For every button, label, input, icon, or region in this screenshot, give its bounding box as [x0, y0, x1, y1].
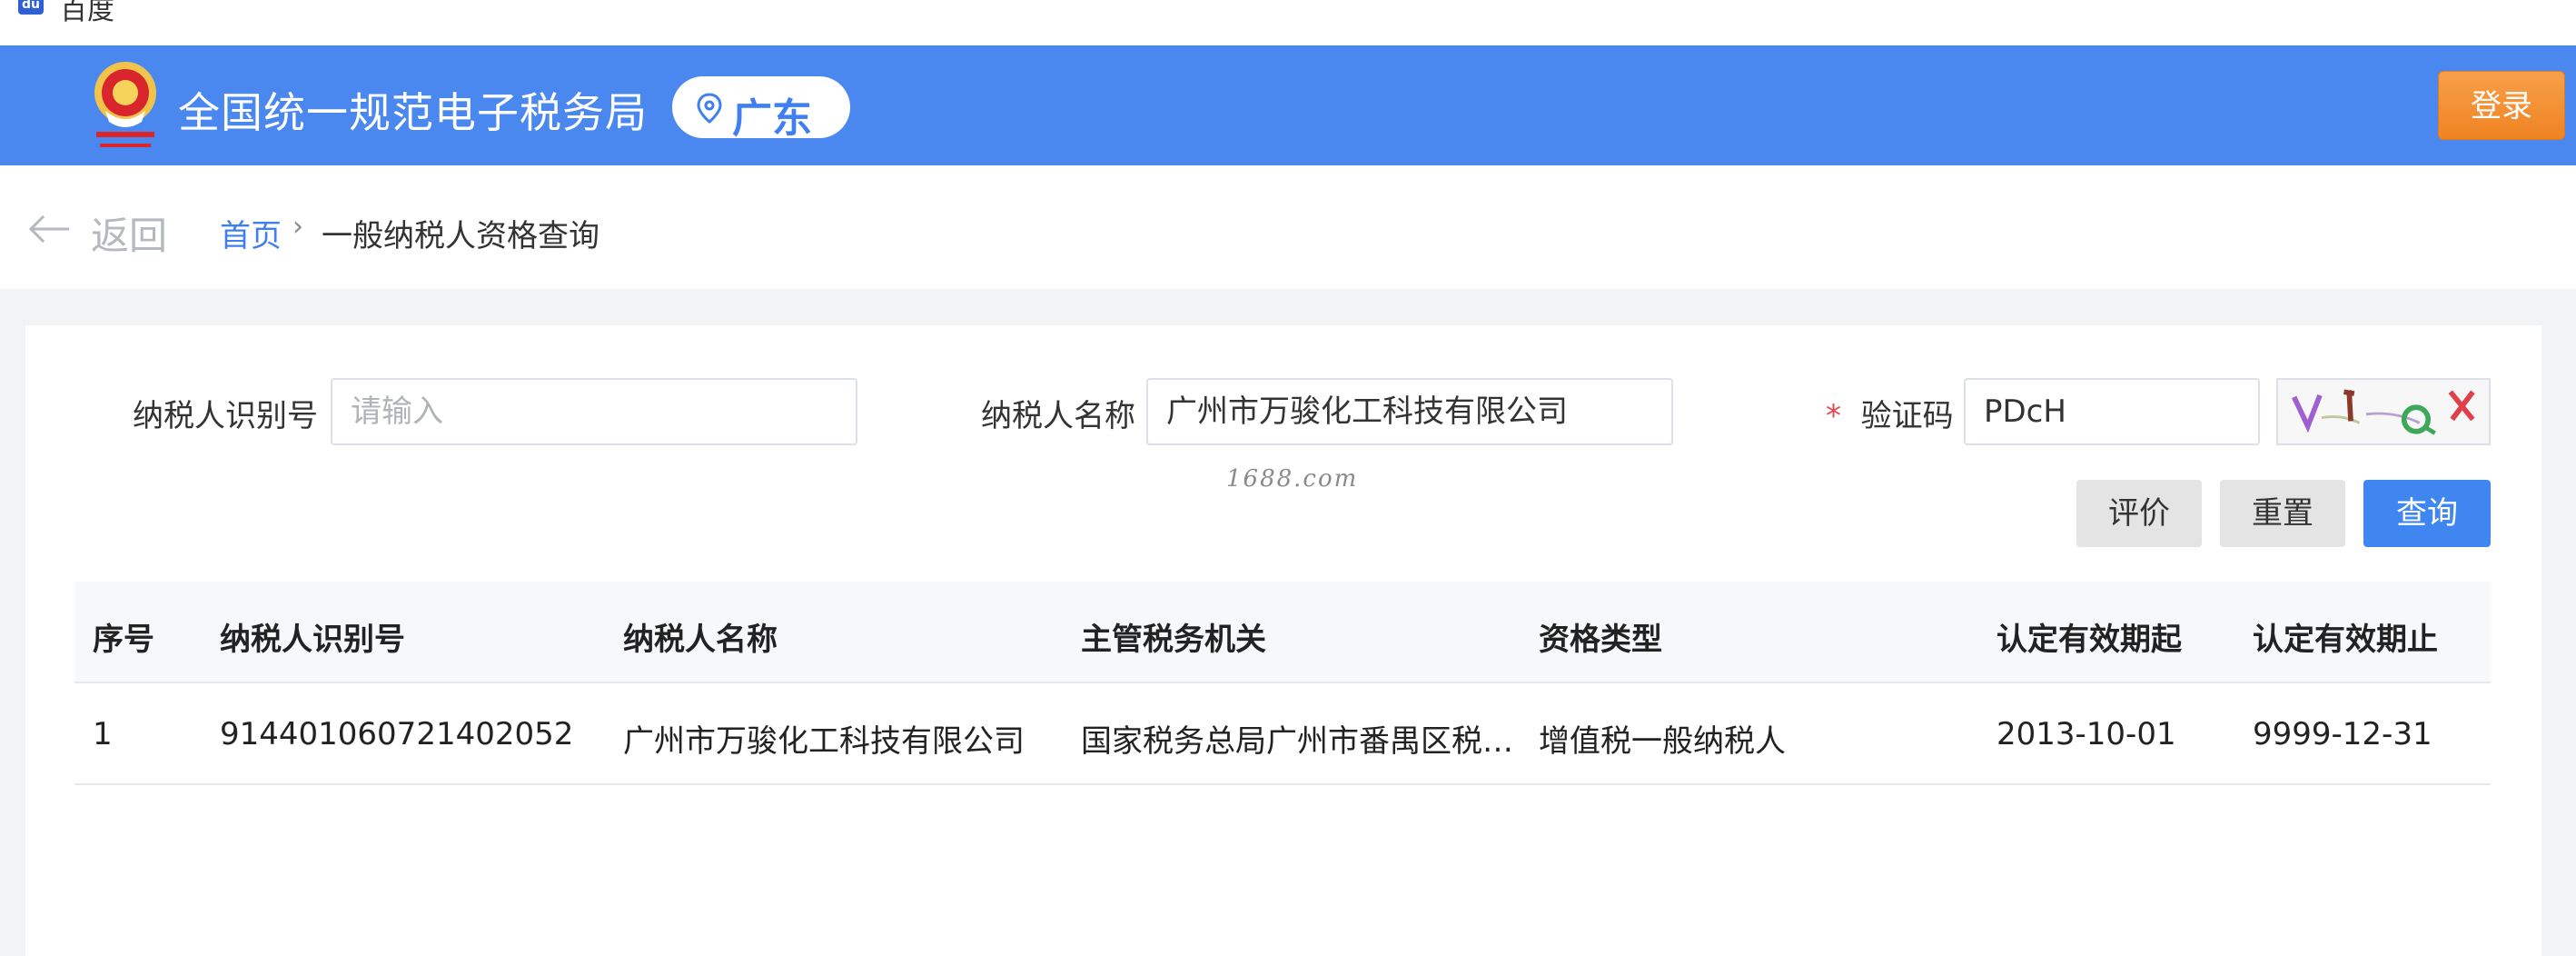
captcha-label: * 验证码 — [1826, 391, 1954, 435]
required-mark: * — [1826, 398, 1841, 434]
captcha-image[interactable] — [2276, 378, 2491, 445]
site-header: 全国统一规范电子税务局 广东 登录 — [0, 45, 2576, 165]
col-header-tax-authority: 主管税务机关 — [1081, 622, 1266, 658]
taxpayer-name-input[interactable]: 广州市万骏化工科技有限公司 — [1146, 378, 1673, 445]
query-button[interactable]: 查询 — [2363, 480, 2491, 547]
region-label: 广东 — [732, 95, 812, 142]
login-button[interactable]: 登录 — [2438, 71, 2565, 140]
browser-tab-strip: du 百度 — [0, 0, 2576, 45]
taxpayer-id-input[interactable]: 请输入 — [331, 378, 857, 445]
col-header-valid-from: 认定有效期起 — [1996, 622, 2182, 658]
captcha-input[interactable]: PDcH — [1964, 378, 2260, 445]
evaluate-button[interactable]: 评价 — [2076, 480, 2202, 547]
site-title: 全国统一规范电子税务局 — [178, 88, 648, 137]
cell-taxpayer-name: 广州市万骏化工科技有限公司 — [623, 723, 1025, 760]
back-label: 返回 — [91, 214, 168, 258]
location-pin-icon — [697, 93, 722, 124]
arrow-left-icon — [28, 214, 69, 244]
cell-valid-to: 9999-12-31 — [2253, 716, 2432, 752]
taxpayer-name-label: 纳税人名称 — [981, 398, 1135, 434]
cell-tax-authority: 国家税务总局广州市番禺区税… — [1081, 723, 1513, 760]
col-header-valid-to: 认定有效期止 — [2253, 622, 2438, 658]
col-header-qualification-type: 资格类型 — [1539, 622, 1662, 658]
table-row: 1 914401060721402052 广州市万骏化工科技有限公司 国家税务总… — [74, 683, 2491, 785]
baidu-icon: du — [18, 0, 44, 15]
reset-button[interactable]: 重置 — [2220, 480, 2345, 547]
cell-qualification-type: 增值税一般纳税人 — [1539, 723, 1786, 760]
region-selector[interactable]: 广东 — [672, 76, 850, 142]
captcha-label-text: 验证码 — [1860, 398, 1954, 434]
watermark-text: 1688.com — [1226, 465, 1359, 493]
table-header: 序号 纳税人识别号 纳税人名称 主管税务机关 资格类型 认定有效期起 认定有效期… — [74, 582, 2491, 683]
cell-taxpayer-id: 914401060721402052 — [220, 716, 574, 752]
browser-tab-title: 百度 — [60, 0, 114, 26]
taxpayer-id-label: 纳税人识别号 — [133, 398, 318, 434]
breadcrumb-home-link[interactable]: 首页 — [220, 211, 282, 255]
cell-valid-from: 2013-10-01 — [1996, 716, 2176, 752]
breadcrumb-bar: 返回 首页 › 一般纳税人资格查询 — [0, 165, 2576, 289]
col-header-taxpayer-id: 纳税人识别号 — [220, 622, 405, 658]
col-header-index: 序号 — [93, 622, 154, 658]
breadcrumb-separator-icon: › — [292, 211, 303, 243]
cell-index: 1 — [93, 716, 113, 752]
breadcrumb-current: 一般纳税人资格查询 — [322, 218, 599, 254]
national-emblem-logo-icon — [94, 62, 156, 147]
col-header-taxpayer-name: 纳税人名称 — [623, 622, 778, 658]
